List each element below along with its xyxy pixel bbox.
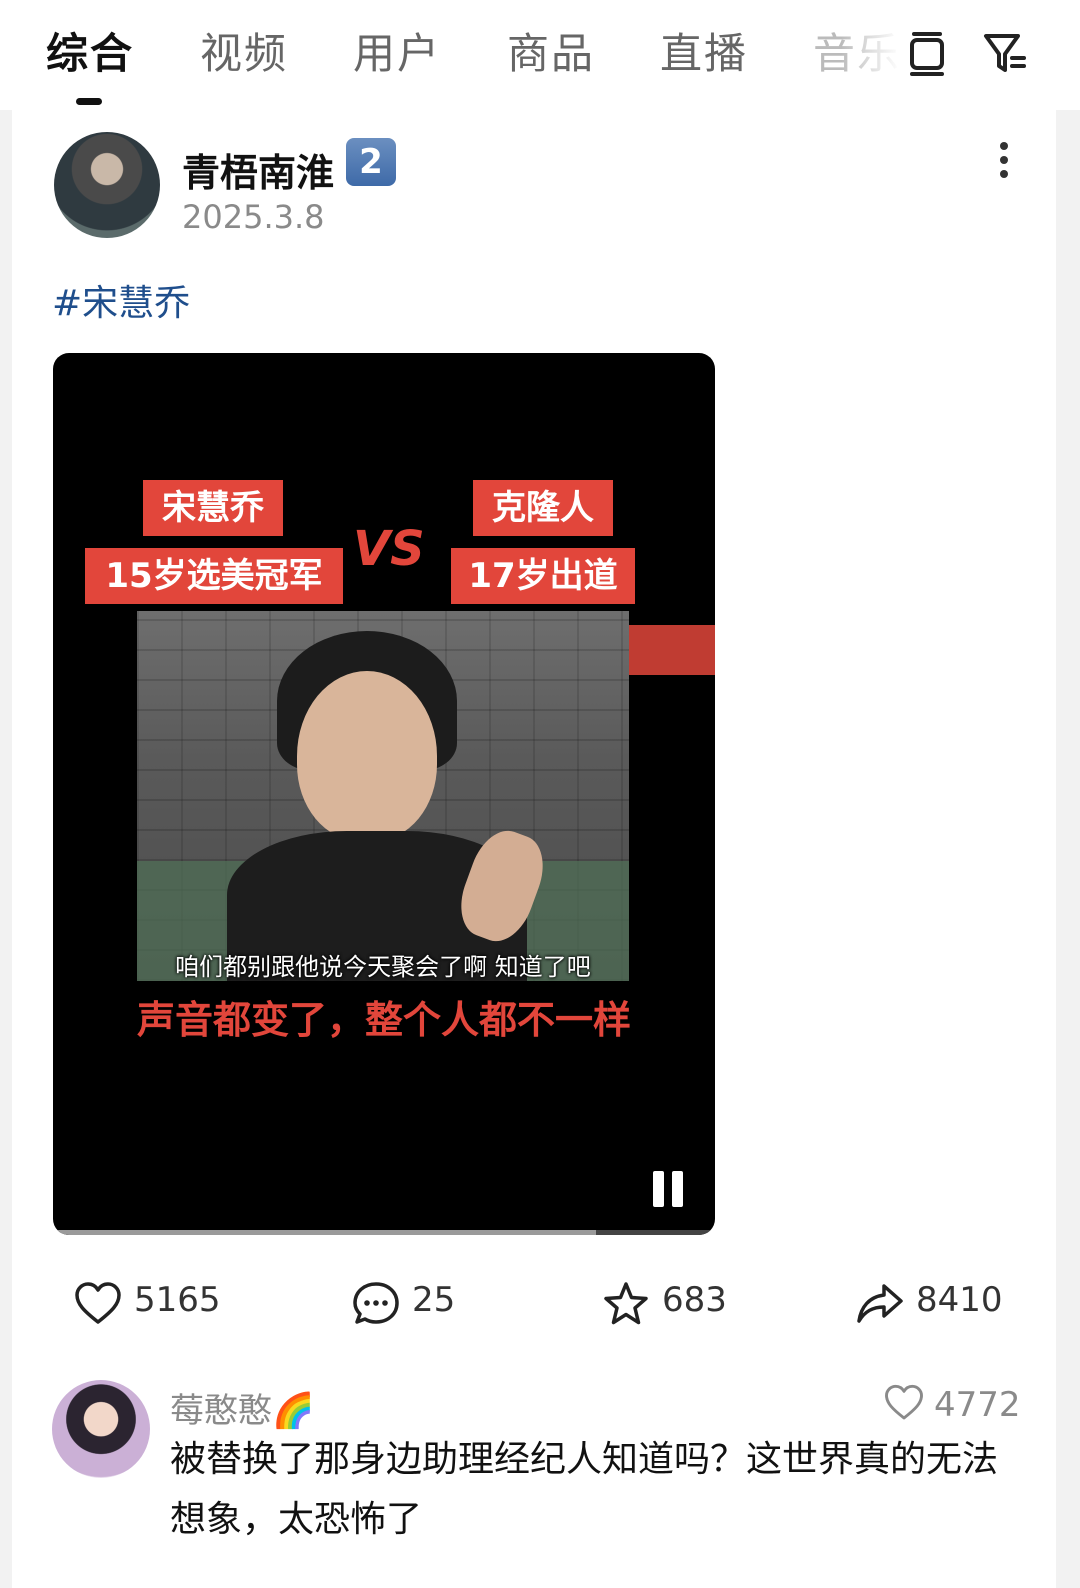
comment-text: 被替换了那身边助理经纪人知道吗？这世界真的无法想象，太恐怖了 xyxy=(170,1439,999,1540)
video-label-right-title: 克隆人 xyxy=(473,480,613,536)
tab-video[interactable]: 视频 xyxy=(200,28,288,80)
like-count: 5165 xyxy=(134,1280,221,1320)
filter-icon[interactable] xyxy=(982,30,1030,78)
heart-icon xyxy=(75,1282,121,1324)
share-count: 8410 xyxy=(916,1280,1003,1320)
tab-overflow-fade xyxy=(840,20,900,90)
post-card: 青梧南淮 2 2025.3.8 #宋慧乔 宋慧乔 15岁选美冠军 VS 克隆人 … xyxy=(12,108,1056,1588)
author-avatar[interactable] xyxy=(54,132,160,238)
more-options-icon[interactable] xyxy=(984,138,1024,182)
video-watermark xyxy=(629,625,715,675)
share-arrow-icon xyxy=(857,1284,903,1323)
video-caption: 声音都变了，整个人都不一样 xyxy=(136,998,631,1042)
author-name[interactable]: 青梧南淮 xyxy=(182,142,334,197)
comment-bubble-icon xyxy=(353,1282,399,1324)
active-tab-indicator xyxy=(76,98,102,105)
video-label-left-title: 宋慧乔 xyxy=(143,480,283,536)
pause-button[interactable] xyxy=(651,1171,685,1207)
commenter-avatar[interactable] xyxy=(52,1380,150,1478)
video-frame-subtitle: 咱们都别跟他说今天聚会了啊 知道了吧 xyxy=(175,953,591,981)
video-vs-label: VS xyxy=(353,521,425,577)
tab-comprehensive[interactable]: 综合 xyxy=(46,28,134,80)
tab-live[interactable]: 直播 xyxy=(660,28,748,80)
favorite-count: 683 xyxy=(662,1280,727,1320)
tab-users[interactable]: 用户 xyxy=(353,28,441,80)
video-label-left-sub: 15岁选美冠军 xyxy=(85,548,343,604)
level-badge: 2 xyxy=(346,138,396,186)
video-label-right-sub: 17岁出道 xyxy=(451,548,635,604)
comment-like-count: 4772 xyxy=(934,1385,1021,1425)
search-tab-bar: 综合 视频 用户 商品 直播 音乐 xyxy=(0,0,1080,110)
video-progress-fill xyxy=(53,1230,596,1235)
video-progress-track[interactable] xyxy=(53,1230,715,1235)
post-date: 2025.3.8 xyxy=(182,198,325,236)
heart-icon xyxy=(885,1384,923,1420)
comment-count: 25 xyxy=(412,1280,456,1320)
tab-products[interactable]: 商品 xyxy=(507,28,595,80)
layout-toggle-icon[interactable] xyxy=(904,30,952,78)
video-frame xyxy=(137,611,629,981)
commenter-name[interactable]: 莓憨憨🌈 xyxy=(170,1383,314,1432)
star-icon xyxy=(604,1282,648,1325)
hashtag-link[interactable]: #宋慧乔 xyxy=(52,274,190,326)
video-player[interactable]: 宋慧乔 15岁选美冠军 VS 克隆人 17岁出道 咱们都别跟他说今天聚会了啊 知… xyxy=(53,353,715,1235)
